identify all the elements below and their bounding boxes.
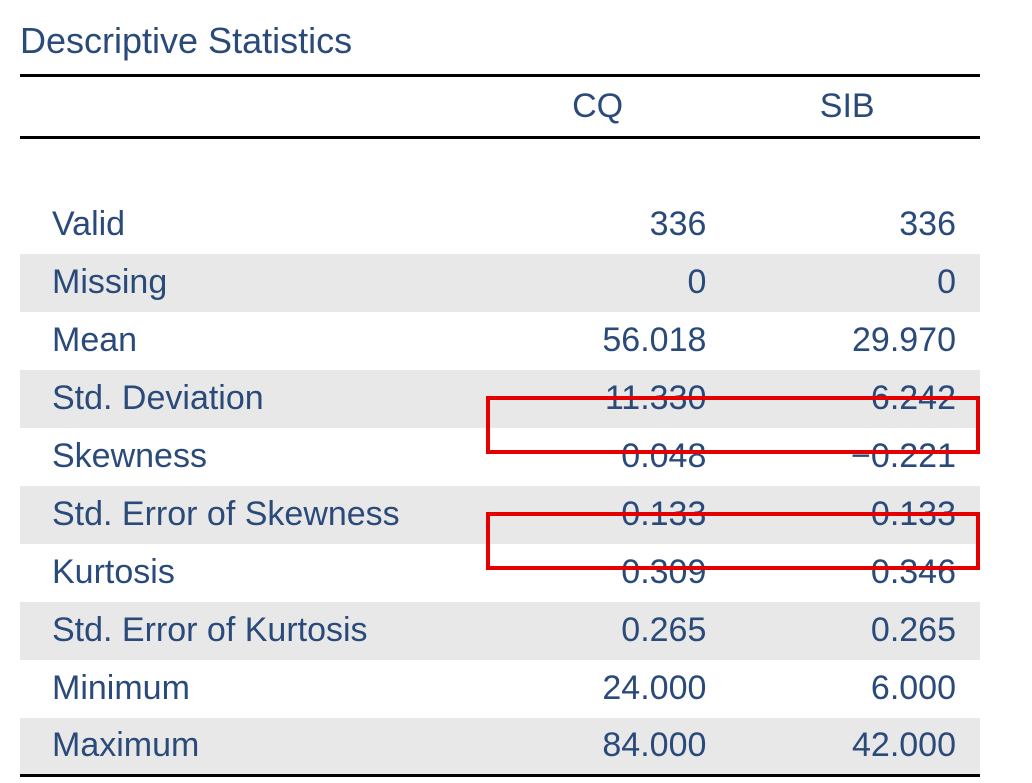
cq-minimum: 24.000 [481, 660, 731, 718]
sib-maximum: 42.000 [730, 718, 980, 776]
header-cq: CQ [481, 76, 731, 138]
label-skewness: Skewness [20, 428, 481, 486]
cq-kurtosis: 0.309 [481, 544, 731, 602]
cq-se-kurtosis: 0.265 [481, 602, 731, 660]
sib-missing: 0 [730, 254, 980, 312]
cq-missing: 0 [481, 254, 731, 312]
table-title: Descriptive Statistics [20, 20, 1012, 62]
sib-skewness: −0.221 [730, 428, 980, 486]
spacer-row [20, 138, 980, 196]
sib-stddev: 6.242 [730, 370, 980, 428]
sib-minimum: 6.000 [730, 660, 980, 718]
cq-maximum: 84.000 [481, 718, 731, 776]
row-skewness: Skewness 0.048 −0.221 [20, 428, 980, 486]
sib-kurtosis: 0.346 [730, 544, 980, 602]
row-kurtosis: Kurtosis 0.309 0.346 [20, 544, 980, 602]
sib-mean: 29.970 [730, 312, 980, 370]
row-se-skewness: Std. Error of Skewness 0.133 0.133 [20, 486, 980, 544]
cq-mean: 56.018 [481, 312, 731, 370]
label-stddev: Std. Deviation [20, 370, 481, 428]
row-valid: Valid 336 336 [20, 196, 980, 254]
sib-se-skewness: 0.133 [730, 486, 980, 544]
row-mean: Mean 56.018 29.970 [20, 312, 980, 370]
label-valid: Valid [20, 196, 481, 254]
sib-se-kurtosis: 0.265 [730, 602, 980, 660]
header-sib: SIB [730, 76, 980, 138]
table-header-row: CQ SIB [20, 76, 980, 138]
row-minimum: Minimum 24.000 6.000 [20, 660, 980, 718]
cq-valid: 336 [481, 196, 731, 254]
label-kurtosis: Kurtosis [20, 544, 481, 602]
cq-stddev: 11.330 [481, 370, 731, 428]
label-missing: Missing [20, 254, 481, 312]
label-minimum: Minimum [20, 660, 481, 718]
cq-skewness: 0.048 [481, 428, 731, 486]
row-stddev: Std. Deviation 11.330 6.242 [20, 370, 980, 428]
label-se-skewness: Std. Error of Skewness [20, 486, 481, 544]
row-missing: Missing 0 0 [20, 254, 980, 312]
table-wrapper: CQ SIB Valid 336 336 Missing 0 0 Mean 56… [20, 74, 980, 777]
descriptive-stats-table: CQ SIB Valid 336 336 Missing 0 0 Mean 56… [20, 74, 980, 777]
row-se-kurtosis: Std. Error of Kurtosis 0.265 0.265 [20, 602, 980, 660]
row-maximum: Maximum 84.000 42.000 [20, 718, 980, 776]
header-blank [20, 76, 481, 138]
sib-valid: 336 [730, 196, 980, 254]
label-se-kurtosis: Std. Error of Kurtosis [20, 602, 481, 660]
label-maximum: Maximum [20, 718, 481, 776]
cq-se-skewness: 0.133 [481, 486, 731, 544]
label-mean: Mean [20, 312, 481, 370]
